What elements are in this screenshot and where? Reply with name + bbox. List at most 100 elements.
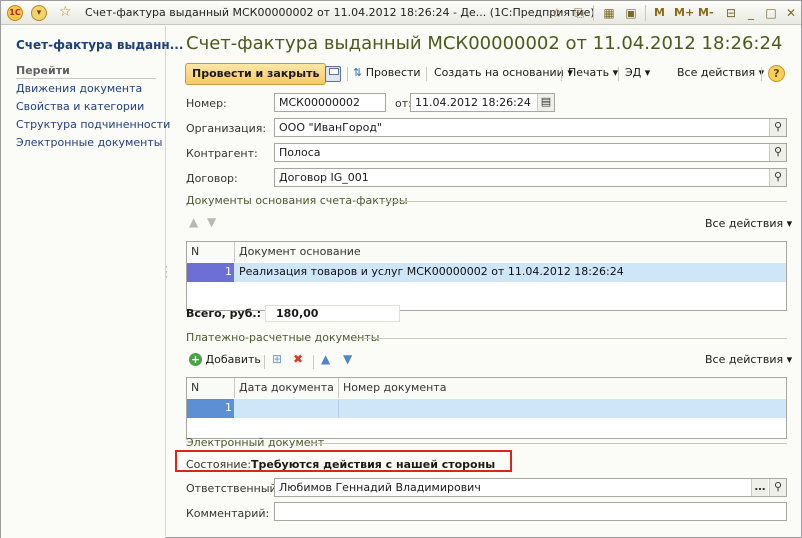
history-icon[interactable]: ⎘ bbox=[571, 5, 587, 21]
select-ellipsis-icon[interactable]: … bbox=[751, 479, 768, 496]
panel-resize-grip[interactable]: · · · bbox=[165, 264, 169, 283]
close-icon[interactable]: ✕ bbox=[783, 5, 799, 21]
navigation-panel: Счет-фактура выданн... Перейти Движения … bbox=[1, 26, 183, 538]
organization-value: ООО "ИванГород" bbox=[279, 121, 382, 134]
organization-field[interactable]: ООО "ИванГород" ⚲ bbox=[274, 118, 787, 137]
date-value: 11.04.2012 18:26:24 bbox=[415, 96, 531, 109]
post-label: Провести bbox=[365, 66, 421, 79]
add-label: Добавить bbox=[205, 353, 261, 366]
nav-item-electronic-documents[interactable]: Электронные документы bbox=[16, 136, 162, 149]
section-divider bbox=[307, 443, 787, 444]
contract-field[interactable]: Договор IG_001 ⚲ bbox=[274, 168, 787, 187]
app-window: 1С ▾ ☆ Счет-фактура выданный МСК00000002… bbox=[0, 0, 802, 538]
add-icon: + bbox=[189, 353, 202, 366]
all-actions-menu[interactable]: Все действия ▾ bbox=[677, 66, 764, 79]
contract-value: Договор IG_001 bbox=[279, 171, 369, 184]
nav-item-properties-categories[interactable]: Свойства и категории bbox=[16, 100, 144, 113]
comment-label: Комментарий: bbox=[186, 507, 270, 520]
calculator-icon[interactable]: ▦ bbox=[601, 5, 617, 21]
post-button[interactable]: ⇅ Провести bbox=[353, 66, 421, 79]
copy-row-icon[interactable]: ⊞ bbox=[272, 352, 282, 366]
contragent-label: Контрагент: bbox=[186, 147, 258, 160]
command-bar: Провести и закрыть ⇅ Провести Создать на… bbox=[185, 62, 787, 86]
payment-docs-all-actions[interactable]: Все действия ▾ bbox=[705, 353, 792, 366]
search-icon[interactable]: ⚲ bbox=[769, 144, 786, 161]
nav-item-document-movements[interactable]: Движения документа bbox=[16, 82, 142, 95]
help-icon[interactable]: ? bbox=[768, 65, 785, 82]
number-field[interactable]: МСК00000002 bbox=[274, 93, 386, 112]
create-based-on-label: Создать на основании bbox=[434, 66, 564, 79]
post-icon: ⇅ bbox=[353, 66, 363, 79]
total-label: Всего, руб.: bbox=[186, 307, 261, 320]
toolbar-separator bbox=[618, 67, 619, 81]
favorite-star-icon[interactable]: ☆ bbox=[59, 4, 72, 20]
responsible-value: Любимов Геннадий Владимирович bbox=[279, 481, 481, 494]
chevron-down-icon: ▾ bbox=[786, 217, 793, 230]
base-docs-table[interactable]: N Документ основание 1 Реализация товаро… bbox=[186, 241, 787, 311]
row-base-document: Реализация товаров и услуг МСК00000002 о… bbox=[239, 265, 624, 278]
search-icon[interactable]: ⚲ bbox=[769, 479, 786, 496]
create-based-on-menu[interactable]: Создать на основании ▾ bbox=[434, 66, 573, 79]
add-payment-doc-button[interactable]: + Добавить bbox=[189, 353, 261, 366]
memory-subtract-button[interactable]: M- bbox=[698, 6, 714, 19]
delete-row-icon[interactable]: ✖ bbox=[293, 352, 303, 366]
table-row[interactable]: 1 Реализация товаров и услуг МСК00000002… bbox=[187, 263, 786, 282]
all-actions-label: Все действия bbox=[705, 217, 784, 230]
post-and-close-button[interactable]: Провести и закрыть bbox=[185, 63, 327, 85]
window-title: Счет-фактура выданный МСК00000002 от 11.… bbox=[85, 6, 595, 19]
date-field[interactable]: 11.04.2012 18:26:24 ▤ bbox=[410, 93, 555, 112]
responsible-field[interactable]: Любимов Геннадий Владимирович … ⚲ bbox=[274, 478, 787, 497]
row-document-date[interactable] bbox=[235, 399, 339, 418]
responsible-label: Ответственный: bbox=[186, 482, 281, 495]
add-favorite-icon[interactable]: ✩ bbox=[549, 5, 565, 21]
row-number: 1 bbox=[187, 263, 234, 282]
maximize-icon[interactable]: □ bbox=[763, 5, 779, 21]
organization-label: Организация: bbox=[186, 122, 267, 135]
search-icon[interactable]: ⚲ bbox=[769, 169, 786, 186]
goto-divider bbox=[16, 78, 156, 79]
column-header-n[interactable]: N bbox=[187, 242, 235, 262]
memory-button[interactable]: M bbox=[654, 6, 665, 19]
contragent-field[interactable]: Полоса ⚲ bbox=[274, 143, 787, 162]
window-menu-icon[interactable]: ⊟ bbox=[723, 5, 739, 21]
comment-field[interactable] bbox=[274, 502, 787, 521]
search-icon[interactable]: ⚲ bbox=[769, 119, 786, 136]
title-separator bbox=[645, 5, 646, 21]
contract-label: Договор: bbox=[186, 172, 238, 185]
total-value: 180,00 bbox=[265, 305, 400, 322]
memory-add-button[interactable]: M+ bbox=[674, 6, 694, 19]
chevron-down-icon: ▾ bbox=[644, 66, 651, 79]
column-header-base-document[interactable]: Документ основание bbox=[235, 242, 786, 262]
number-label: Номер: bbox=[186, 97, 227, 110]
save-icon[interactable] bbox=[325, 66, 341, 82]
print-menu[interactable]: Печать ▾ bbox=[568, 66, 618, 79]
section-divider bbox=[383, 201, 787, 202]
column-header-document-date[interactable]: Дата документа bbox=[235, 378, 339, 398]
payment-docs-table[interactable]: N Дата документа Номер документа 1 bbox=[186, 377, 787, 439]
edoc-section-title: Электронный документ bbox=[186, 436, 325, 449]
move-down-icon[interactable]: ▼ bbox=[343, 352, 352, 366]
minimize-icon[interactable]: _ bbox=[743, 5, 759, 21]
payment-docs-section-title: Платежно-расчетные документы bbox=[186, 331, 380, 344]
state-label: Состояние: bbox=[186, 458, 252, 471]
contragent-value: Полоса bbox=[279, 146, 321, 159]
calendar-picker-icon[interactable]: ▤ bbox=[537, 94, 554, 111]
move-up-icon[interactable]: ▲ bbox=[321, 352, 330, 366]
toolbar-separator bbox=[313, 355, 314, 369]
nav-item-subordination-structure[interactable]: Структура подчиненности bbox=[16, 118, 170, 131]
title-bar: 1С ▾ ☆ Счет-фактура выданный МСК00000002… bbox=[1, 1, 801, 25]
calendar-icon[interactable]: ▣ bbox=[623, 5, 639, 21]
main-menu-icon[interactable]: ▾ bbox=[31, 5, 47, 21]
move-up-icon[interactable]: ▲ bbox=[189, 215, 198, 229]
move-down-icon[interactable]: ▼ bbox=[207, 215, 216, 229]
base-docs-all-actions[interactable]: Все действия ▾ bbox=[705, 217, 792, 230]
page-title: Счет-фактура выданный МСК00000002 от 11.… bbox=[186, 33, 783, 54]
ed-label: ЭД bbox=[625, 66, 642, 79]
panel-document-title: Счет-фактура выданн... bbox=[16, 38, 184, 52]
app-logo-icon[interactable]: 1С bbox=[7, 5, 23, 21]
table-row[interactable]: 1 bbox=[187, 399, 786, 418]
row-number: 1 bbox=[187, 399, 234, 418]
ed-menu[interactable]: ЭД ▾ bbox=[625, 66, 650, 79]
column-header-n[interactable]: N bbox=[187, 378, 235, 398]
column-header-document-number[interactable]: Номер документа bbox=[339, 378, 786, 398]
